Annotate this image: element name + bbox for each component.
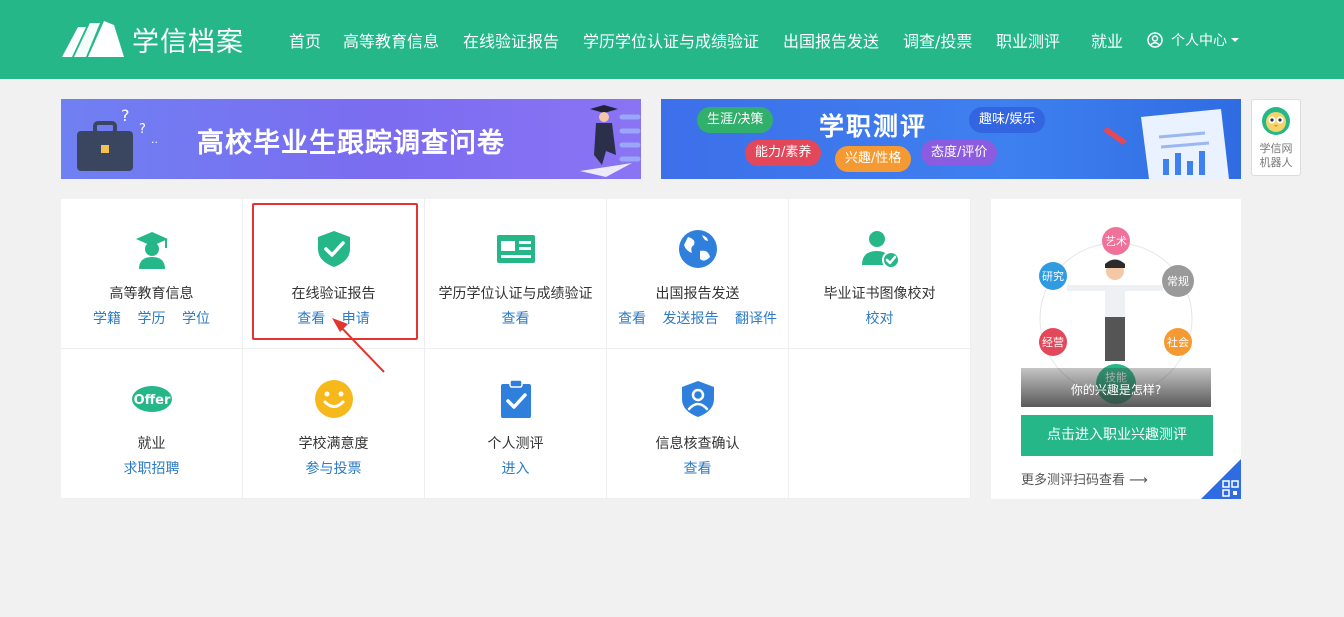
user-center-label: 个人中心 — [1171, 33, 1227, 49]
graduate-survey-banner[interactable]: ? ? .. 高校毕业生跟踪调查问卷 — [61, 99, 641, 179]
user-circle-icon — [1147, 32, 1163, 48]
logo-text: 学信档案 — [132, 26, 244, 58]
service-title: 毕业证书图像校对 — [823, 286, 936, 302]
nav-survey-vote[interactable]: 调查/投票 — [903, 28, 972, 52]
link-send-report[interactable]: 发送报告 — [663, 311, 719, 327]
tag-interest: 兴趣/性格 — [835, 146, 912, 172]
link-view-overseas[interactable]: 查看 — [618, 311, 646, 327]
clipboard-check-icon — [501, 379, 531, 418]
id-card-icon — [497, 235, 535, 263]
link-student-status[interactable]: 学籍 — [93, 311, 121, 327]
link-proofread[interactable]: 校对 — [866, 311, 894, 327]
more-assessments-link[interactable]: 更多测评扫码查看 ⟶ — [1021, 469, 1148, 488]
career-assessment-banner[interactable]: 学职测评 生涯/决策 趣味/娱乐 能力/素养 兴趣/性格 态度/评价 — [661, 99, 1241, 179]
tag-career-decision: 生涯/决策 — [697, 107, 774, 133]
qr-code-icon[interactable] — [1201, 459, 1241, 499]
tag-ability: 能力/素养 — [745, 140, 822, 166]
svg-text:?: ? — [139, 122, 146, 137]
graduate-survey-title: 高校毕业生跟踪调查问卷 — [197, 128, 505, 159]
service-title: 在线验证报告 — [291, 286, 376, 302]
robot-owl-icon — [1262, 107, 1290, 135]
service-info-verification: 信息核查确认 查看 — [607, 349, 789, 499]
offer-badge-text: Offer — [134, 393, 171, 408]
service-grid: 高等教育信息 学籍 学历 学位 在线验证报告 查看 申请 学历学位认证与成绩验证… — [61, 199, 971, 499]
service-empty-cell — [789, 349, 971, 499]
service-personal-assessment: 个人测评 进入 — [425, 349, 607, 499]
service-title: 个人测评 — [487, 436, 544, 452]
nav-online-verification[interactable]: 在线验证报告 — [463, 28, 559, 52]
link-education[interactable]: 学历 — [138, 311, 166, 327]
link-degree[interactable]: 学位 — [182, 311, 210, 327]
label-conventional: 常规 — [1167, 274, 1189, 288]
link-apply-report[interactable]: 申请 — [342, 311, 370, 327]
robot-label-line2: 机器人 — [1259, 156, 1293, 169]
nav-employment[interactable]: 就业 — [1091, 28, 1123, 52]
link-enter-assessment[interactable]: 进入 — [502, 461, 530, 477]
link-view-report[interactable]: 查看 — [297, 311, 325, 327]
user-check-icon — [862, 231, 900, 269]
report-chart-icon — [1103, 109, 1229, 179]
service-title: 就业 — [137, 436, 166, 452]
service-higher-education: 高等教育信息 学籍 学历 学位 — [61, 199, 243, 349]
nav-career-assessment[interactable]: 职业测评 — [996, 28, 1060, 52]
career-interest-test-button[interactable]: 点击进入职业兴趣测评 — [1021, 415, 1213, 456]
nav-overseas-report[interactable]: 出国报告发送 — [783, 28, 879, 52]
logo[interactable]: 学信档案 — [60, 18, 244, 60]
career-assessment-title: 学职测评 — [819, 112, 928, 141]
service-title: 学历学位认证与成绩验证 — [438, 286, 593, 302]
smiley-icon — [315, 380, 353, 418]
service-online-verification: 在线验证报告 查看 申请 — [243, 199, 425, 349]
logo-book-icon — [62, 21, 124, 57]
nav-degree-certification[interactable]: 学历学位认证与成绩验证 — [583, 28, 759, 52]
nav-home[interactable]: 首页 — [289, 28, 321, 52]
top-header: 学信档案 首页 高等教育信息 在线验证报告 学历学位认证与成绩验证 出国报告发送… — [0, 0, 1344, 79]
nav-higher-education[interactable]: 高等教育信息 — [343, 28, 439, 52]
label-art: 艺术 — [1105, 235, 1127, 248]
offer-badge-icon: Offer — [132, 386, 172, 412]
shield-check-icon — [318, 231, 350, 267]
chevron-down-icon — [1231, 38, 1239, 42]
label-research: 研究 — [1042, 269, 1064, 283]
service-title: 学校满意度 — [298, 436, 369, 452]
tag-fun: 趣味/娱乐 — [969, 107, 1046, 133]
svg-text:?: ? — [121, 106, 130, 125]
decor-waves-icon — [619, 114, 641, 162]
link-view-info[interactable]: 查看 — [684, 461, 712, 477]
user-center-menu[interactable]: 个人中心 — [1147, 30, 1239, 50]
shield-user-icon — [682, 381, 714, 417]
link-translation[interactable]: 翻译件 — [735, 311, 777, 327]
service-title: 信息核查确认 — [655, 436, 740, 452]
tag-attitude: 态度/评价 — [921, 140, 998, 166]
service-diploma-check: 毕业证书图像校对 校对 — [789, 199, 971, 349]
link-vote[interactable]: 参与投票 — [306, 461, 362, 477]
service-title: 高等教育信息 — [109, 286, 194, 302]
svg-text:..: .. — [151, 133, 158, 145]
service-degree-certification: 学历学位认证与成绩验证 查看 — [425, 199, 607, 349]
link-job-search[interactable]: 求职招聘 — [124, 461, 180, 477]
robot-label-line1: 学信网 — [1259, 142, 1293, 155]
interest-caption: 你的兴趣是怎样? — [1021, 368, 1211, 407]
label-social: 社会 — [1167, 335, 1189, 349]
link-view-certification[interactable]: 查看 — [502, 311, 530, 327]
service-overseas-report: 出国报告发送 查看 发送报告 翻译件 — [607, 199, 789, 349]
question-marks-icon: ? ? .. — [121, 106, 158, 145]
xuexin-robot-button[interactable]: 学信网 机器人 — [1251, 99, 1301, 176]
globe-icon — [679, 230, 717, 268]
service-school-satisfaction: 学校满意度 参与投票 — [243, 349, 425, 499]
career-interest-promo: 艺术 研究 常规 经营 社会 技能 你的兴趣是怎样? 点击进入职业兴趣测评 更多… — [991, 199, 1241, 499]
service-employment: Offer 就业 求职招聘 — [61, 349, 243, 499]
label-enterprising: 经营 — [1042, 335, 1064, 349]
service-title: 出国报告发送 — [655, 286, 740, 302]
graduation-cap-icon — [136, 232, 168, 269]
